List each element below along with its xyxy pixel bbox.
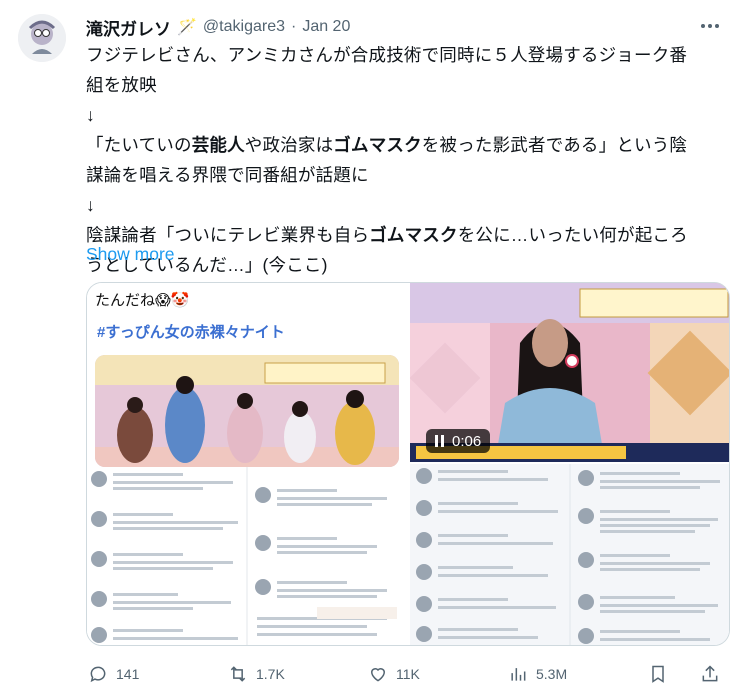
author-handle[interactable]: @takigare3 [203,18,285,36]
bold-text: ゴムマスク [333,135,422,155]
screenshot-image-left[interactable]: たんだね😱🤡 #すっぴん女の赤裸々ナイト [87,283,407,645]
bold-text: ゴムマスク [369,225,458,245]
video-thumbnail[interactable]: 0:06 [410,283,729,462]
tweet: 滝沢ガレソ 🪄 @takigare3 · Jan 20 フジテレビさん、アンミカ… [0,0,748,700]
views-button[interactable]: 5.3M [508,664,567,684]
more-dot-icon [708,24,712,28]
pause-icon[interactable] [435,435,444,447]
repost-count: 1.7K [256,666,285,682]
reply-icon [90,666,106,683]
share-icon [702,665,718,682]
video-time: 0:06 [452,432,482,450]
tweet-text-line: 陰謀論者「ついにテレビ業界も自らゴムマスクを公に…いったい何が起ころ [86,220,726,250]
text-span: ↓ [86,195,95,215]
text-span: 謀論を唱える界隈で同番組が話題に [86,165,369,185]
tweet-text-line: ↓ [86,100,726,130]
tweet-header: 滝沢ガレソ 🪄 @takigare3 · Jan 20 [86,15,350,40]
avatar[interactable] [18,14,66,62]
author-name[interactable]: 滝沢ガレソ [86,15,171,40]
view-count: 5.3M [536,666,568,682]
media-grid: たんだね😱🤡 #すっぴん女の赤裸々ナイト 0:06 [86,282,730,646]
reply-count: 141 [116,666,140,682]
show-more-link[interactable]: Show more [86,244,175,265]
bookmark-button[interactable] [648,664,668,684]
views-icon [511,668,526,681]
separator-dot: · [290,18,297,35]
tweet-text-line: 組を放映 [86,70,726,100]
more-options-button[interactable] [698,18,722,34]
like-button[interactable]: 11K [368,664,420,684]
tweet-text-line: 「たいていの芸能人や政治家はゴムマスクを被った影武者である」という陰 [86,130,726,160]
bookmark-icon [652,665,664,683]
text-span: ↓ [86,105,95,125]
text-span: 組を放映 [86,75,157,95]
repost-button[interactable]: 1.7K [228,664,285,684]
share-button[interactable] [700,664,720,684]
action-bar: 141 1.7K 11K 5.3M [86,664,730,686]
tweet-date[interactable]: Jan 20 [302,18,350,36]
text-span: 「たいていの [86,135,192,155]
tweet-text: フジテレビさん、アンミカさんが合成技術で同時に５人登場するジョーク番 組を放映 ↓ 「… [86,40,726,280]
bold-text: 芸能人 [191,135,245,155]
video-timestamp[interactable]: 0:06 [426,429,491,453]
heart-icon [370,668,386,682]
text-span: 陰謀論者「ついにテレビ業界も自ら [86,225,370,245]
reply-collage [87,467,407,645]
repost-icon [230,666,246,682]
tweet-text-line: ↓ [86,190,726,220]
text-span: を公に…いったい何が起ころ [457,225,688,245]
tweet-text-line: 謀論を唱える界隈で同番組が話題に [86,160,726,190]
text-span: や政治家は [244,135,334,155]
tweet-text-line: フジテレビさん、アンミカさんが合成技術で同時に５人登場するジョーク番 [86,40,726,70]
like-count: 11K [396,666,420,682]
tweet-text-line: うとしているんだ…」(今ここ) [86,250,726,280]
screenshot-image-right[interactable] [410,464,729,645]
text-span: フジテレビさん、アンミカさんが合成技術で同時に５人登場するジョーク番 [86,45,688,65]
magic-wand-icon: 🪄 [177,19,197,36]
image-hashtag: #すっぴん女の赤裸々ナイト [97,324,285,341]
more-dot-icon [701,24,705,28]
text-span: を被った影武者である」という陰 [421,135,688,155]
image-caption: たんだね😱🤡 [95,292,190,309]
more-dot-icon [715,24,719,28]
tv-screenshot [95,355,399,467]
reply-button[interactable]: 141 [88,664,139,684]
